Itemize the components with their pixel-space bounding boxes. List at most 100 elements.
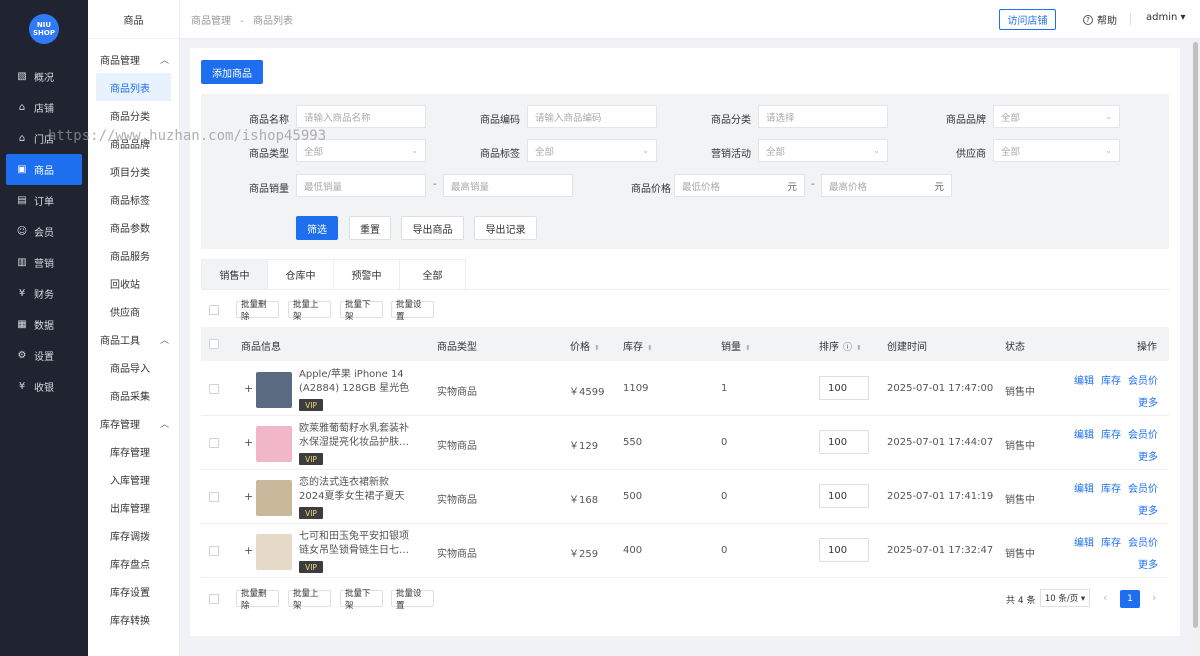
help-link[interactable]: ? 帮助 bbox=[1083, 12, 1117, 27]
subnav-item[interactable]: 出库管理 bbox=[88, 493, 179, 521]
member-price-link[interactable]: 会员价 bbox=[1128, 534, 1158, 549]
stock-link[interactable]: 库存 bbox=[1101, 426, 1121, 441]
nav-item-1[interactable]: ⌂ 店铺 bbox=[0, 92, 88, 123]
col-sales[interactable]: 销量 ⬍ bbox=[721, 338, 751, 353]
goods-thumbnail[interactable] bbox=[256, 480, 292, 516]
next-page-button[interactable]: › bbox=[1152, 591, 1156, 604]
row-checkbox[interactable] bbox=[209, 546, 219, 556]
niushop-logo[interactable]: NIU SHOP bbox=[29, 14, 59, 44]
goods-category-select[interactable]: 请选择 bbox=[758, 105, 888, 128]
row-checkbox[interactable] bbox=[209, 384, 219, 394]
visit-store-button[interactable]: 访问店铺 bbox=[999, 9, 1056, 30]
nav-item-4[interactable]: ▤ 订单 bbox=[0, 185, 88, 216]
expand-icon[interactable]: + bbox=[244, 490, 253, 503]
select-all-checkbox-bottom[interactable] bbox=[209, 594, 219, 604]
member-price-link[interactable]: 会员价 bbox=[1128, 426, 1158, 441]
batch-button-3[interactable]: 批量设置 bbox=[391, 300, 434, 322]
goods-name[interactable]: 欧莱雅葡萄籽水乳套装补水保湿提亮化妆品护肤… bbox=[299, 422, 414, 450]
col-sort[interactable]: 排序 ⓘ ⬍ bbox=[819, 338, 862, 353]
page-size-select[interactable]: 10 条/页 ▾ bbox=[1040, 589, 1090, 607]
subnav-item[interactable]: 商品分类 bbox=[88, 101, 179, 129]
page-scrollbar-thumb[interactable] bbox=[1193, 42, 1198, 628]
row-checkbox[interactable] bbox=[209, 492, 219, 502]
nav-item-6[interactable]: ▥ 营销 bbox=[0, 247, 88, 278]
batch-button-2[interactable]: 批量下架 bbox=[340, 589, 383, 611]
member-price-link[interactable]: 会员价 bbox=[1128, 480, 1158, 495]
batch-button-0[interactable]: 批量删除 bbox=[236, 589, 279, 611]
goods-thumbnail[interactable] bbox=[256, 426, 292, 462]
more-link[interactable]: 更多 bbox=[1138, 448, 1158, 463]
subnav-item[interactable]: 供应商 bbox=[88, 297, 179, 325]
tab-3[interactable]: 全部 bbox=[399, 259, 466, 289]
export-goods-button[interactable]: 导出商品 bbox=[401, 216, 464, 240]
filter-button[interactable]: 筛选 bbox=[296, 216, 338, 240]
subnav-item[interactable]: 库存转换 bbox=[88, 605, 179, 633]
subnav-group-1[interactable]: 商品工具 ︿ bbox=[88, 325, 179, 353]
goods-thumbnail[interactable] bbox=[256, 534, 292, 570]
batch-button-3[interactable]: 批量设置 bbox=[391, 589, 434, 611]
sales-max-input[interactable]: 最高销量 bbox=[443, 174, 573, 197]
goods-name[interactable]: 恋的法式连衣裙新款2024夏季女生裙子夏天学生… bbox=[299, 476, 414, 504]
sort-input[interactable]: 100 bbox=[819, 538, 869, 562]
edit-link[interactable]: 编辑 bbox=[1074, 372, 1094, 387]
add-goods-button[interactable]: 添加商品 bbox=[201, 60, 263, 84]
subnav-item[interactable]: 商品品牌 bbox=[88, 129, 179, 157]
batch-button-2[interactable]: 批量下架 bbox=[340, 300, 383, 322]
goods-name-input[interactable]: 请输入商品名称 bbox=[296, 105, 426, 128]
stock-link[interactable]: 库存 bbox=[1101, 534, 1121, 549]
expand-icon[interactable]: + bbox=[244, 436, 253, 449]
tab-0[interactable]: 销售中 bbox=[201, 259, 268, 289]
tab-2[interactable]: 预警中 bbox=[333, 259, 400, 289]
reset-button[interactable]: 重置 bbox=[349, 216, 391, 240]
subnav-item[interactable]: 入库管理 bbox=[88, 465, 179, 493]
member-price-link[interactable]: 会员价 bbox=[1128, 372, 1158, 387]
nav-item-2[interactable]: ⌂ 门店 bbox=[0, 123, 88, 154]
batch-button-0[interactable]: 批量删除 bbox=[236, 300, 279, 322]
edit-link[interactable]: 编辑 bbox=[1074, 534, 1094, 549]
subnav-item[interactable]: 商品服务 bbox=[88, 241, 179, 269]
promotion-select[interactable]: 全部 ⌄ bbox=[758, 139, 888, 162]
subnav-item[interactable]: 商品标签 bbox=[88, 185, 179, 213]
nav-item-3[interactable]: ▣ 商品 bbox=[6, 154, 82, 185]
subnav-item[interactable]: 商品参数 bbox=[88, 213, 179, 241]
sales-min-input[interactable]: 最低销量 bbox=[296, 174, 426, 197]
user-menu[interactable]: admin ▾ bbox=[1146, 12, 1186, 23]
subnav-item[interactable]: 库存管理 bbox=[88, 437, 179, 465]
subnav-item[interactable]: 库存调拨 bbox=[88, 521, 179, 549]
row-checkbox[interactable] bbox=[209, 438, 219, 448]
batch-button-1[interactable]: 批量上架 bbox=[288, 300, 331, 322]
subnav-item[interactable]: 商品列表 bbox=[96, 73, 171, 101]
batch-button-1[interactable]: 批量上架 bbox=[288, 589, 331, 611]
goods-type-select[interactable]: 全部 ⌄ bbox=[296, 139, 426, 162]
expand-icon[interactable]: + bbox=[244, 382, 253, 395]
subnav-item[interactable]: 库存设置 bbox=[88, 577, 179, 605]
edit-link[interactable]: 编辑 bbox=[1074, 426, 1094, 441]
subnav-item[interactable]: 商品采集 bbox=[88, 381, 179, 409]
subnav-item[interactable]: 商品导入 bbox=[88, 353, 179, 381]
nav-item-0[interactable]: ▧ 概况 bbox=[0, 61, 88, 92]
prev-page-button[interactable]: ‹ bbox=[1103, 591, 1107, 604]
more-link[interactable]: 更多 bbox=[1138, 394, 1158, 409]
more-link[interactable]: 更多 bbox=[1138, 502, 1158, 517]
goods-brand-select[interactable]: 全部 ⌄ bbox=[993, 105, 1120, 128]
nav-item-7[interactable]: ¥ 财务 bbox=[0, 278, 88, 309]
goods-thumbnail[interactable] bbox=[256, 372, 292, 408]
nav-item-5[interactable]: ☺ 会员 bbox=[0, 216, 88, 247]
sort-input[interactable]: 100 bbox=[819, 430, 869, 454]
col-stock[interactable]: 库存 ⬍ bbox=[623, 338, 653, 353]
nav-item-8[interactable]: ▦ 数据 bbox=[0, 309, 88, 340]
goods-name[interactable]: Apple/苹果 iPhone 14 (A2884) 128GB 星光色 支… bbox=[299, 368, 414, 396]
expand-icon[interactable]: + bbox=[244, 544, 253, 557]
tab-1[interactable]: 仓库中 bbox=[267, 259, 334, 289]
subnav-group-2[interactable]: 库存管理 ︿ bbox=[88, 409, 179, 437]
export-records-button[interactable]: 导出记录 bbox=[474, 216, 537, 240]
more-link[interactable]: 更多 bbox=[1138, 556, 1158, 571]
subnav-item[interactable]: 库存盘点 bbox=[88, 549, 179, 577]
stock-link[interactable]: 库存 bbox=[1101, 372, 1121, 387]
current-page[interactable]: 1 bbox=[1120, 590, 1140, 608]
select-all-checkbox-top[interactable] bbox=[209, 305, 219, 315]
col-price[interactable]: 价格 ⬍ bbox=[570, 338, 600, 353]
breadcrumb-goods-manage[interactable]: 商品管理 bbox=[191, 16, 231, 27]
subnav-item[interactable]: 项目分类 bbox=[88, 157, 179, 185]
stock-link[interactable]: 库存 bbox=[1101, 480, 1121, 495]
